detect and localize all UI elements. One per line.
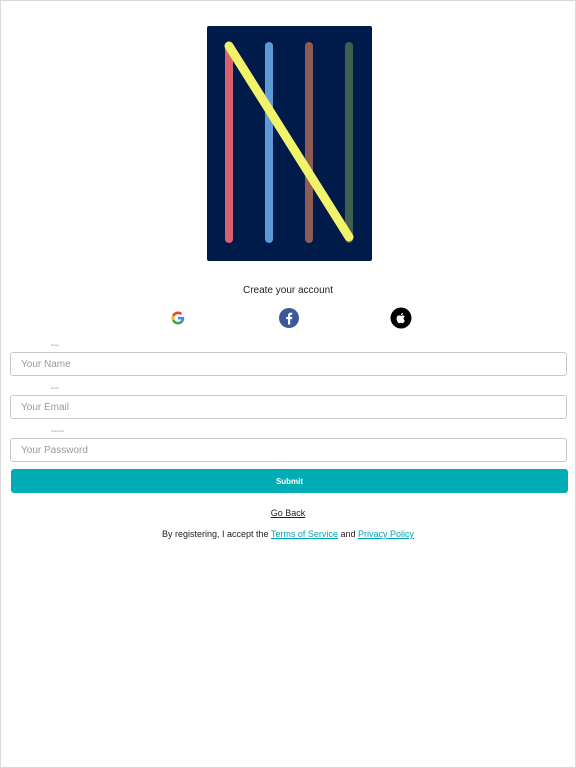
apple-icon [390,307,412,329]
email-field[interactable] [10,395,567,419]
email-caption: Email [51,386,59,390]
password-field[interactable] [10,438,567,462]
google-signin-button[interactable] [167,307,189,329]
terms-and: and [340,529,356,539]
password-caption: Password [51,429,65,433]
terms-notice: By registering, I accept the Terms of Se… [0,529,576,539]
name-caption: Name [51,343,60,347]
privacy-policy-link[interactable]: Privacy Policy [358,529,414,539]
terms-of-service-link[interactable]: Terms of Service [271,529,338,539]
apple-signin-button[interactable] [390,307,412,329]
go-back-container: Go Back [0,508,576,518]
facebook-icon [279,308,299,328]
google-icon [171,311,185,325]
page-title: Create your account [242,285,334,296]
name-field[interactable] [10,352,567,376]
terms-prefix: By registering, I accept the [161,529,269,539]
submit-button[interactable]: Submit [11,469,568,493]
facebook-signin-button[interactable] [278,307,300,329]
brand-logo [207,26,372,261]
go-back-link[interactable]: Go Back [271,508,306,518]
